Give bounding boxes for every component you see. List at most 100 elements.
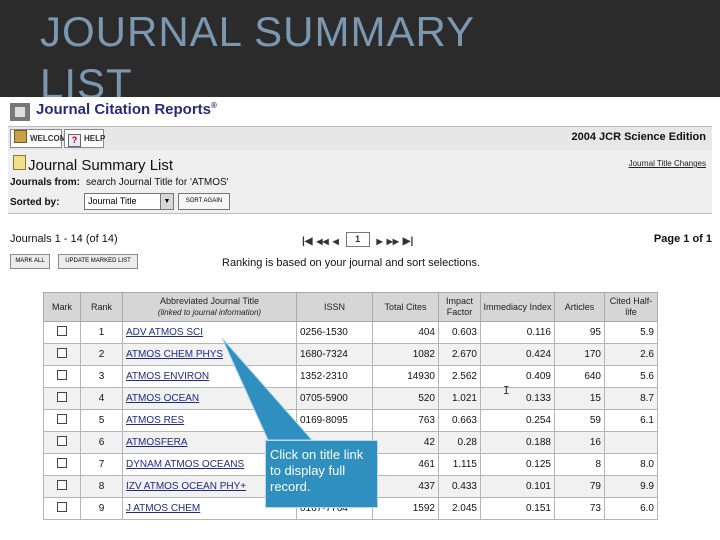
col-immediacy-header[interactable]: Immediacy Index — [480, 292, 555, 322]
journal-title-link[interactable]: DYNAM ATMOS OCEANS — [126, 459, 244, 470]
mark-checkbox[interactable] — [57, 392, 67, 402]
half-life-cell: 5.6 — [604, 365, 658, 388]
mark-checkbox[interactable] — [57, 414, 67, 424]
title-cell: ATMOS ENVIRON — [122, 365, 297, 388]
title-cell: ATMOS OCEAN — [122, 387, 297, 410]
mark-cell — [43, 409, 81, 432]
update-marked-list-button[interactable]: UPDATE MARKED LIST — [58, 254, 138, 269]
fast-forward-icon[interactable]: ▶▶ — [387, 237, 399, 246]
sorted-by-label: Sorted by: — [10, 197, 60, 208]
half-life-cell: 5.9 — [604, 321, 658, 344]
col-articles-header[interactable]: Articles — [554, 292, 605, 322]
mark-cell — [43, 321, 81, 344]
welcome-button[interactable]: WELCOME — [10, 129, 72, 148]
articles-cell: 59 — [554, 409, 605, 432]
total-cites-cell: 437 — [372, 475, 439, 498]
col-issn-header[interactable]: ISSN — [296, 292, 373, 322]
slide-title: JOURNAL SUMMARY LIST — [40, 8, 475, 107]
journal-title-link[interactable]: J ATMOS CHEM — [126, 503, 200, 514]
rank-cell: 4 — [80, 387, 123, 410]
immediacy-cell: 0.116 — [480, 321, 555, 344]
articles-cell: 79 — [554, 475, 605, 498]
mark-checkbox[interactable] — [57, 458, 67, 468]
total-cites-cell: 1082 — [372, 343, 439, 366]
mark-all-button[interactable]: MARK ALL — [10, 254, 50, 269]
summary-title: Journal Summary List — [28, 157, 174, 174]
immediacy-cell: 0.133 — [480, 387, 555, 410]
col-half-life-header[interactable]: Cited Half-life — [604, 292, 658, 322]
mark-checkbox[interactable] — [57, 370, 67, 380]
col-impact-header[interactable]: Impact Factor — [438, 292, 481, 322]
title-cell: ATMOS RES — [122, 409, 297, 432]
total-cites-cell: 14930 — [372, 365, 439, 388]
jcr-logo-icon — [10, 103, 30, 121]
journal-title-link[interactable]: ATMOS OCEAN — [126, 393, 199, 404]
rank-cell: 9 — [80, 497, 123, 520]
journal-count: Journals 1 - 14 (of 14) — [10, 233, 118, 245]
text-cursor-icon: I — [503, 384, 510, 397]
mark-cell — [43, 431, 81, 454]
table-row: 4 ATMOS OCEAN 0705-5900 520 1.021 0.133 15 8.7 — [43, 387, 658, 410]
immediacy-cell: 0.101 — [480, 475, 555, 498]
col-mark-header: Mark — [43, 292, 81, 322]
first-page-icon[interactable]: |◀ — [302, 236, 313, 247]
mark-checkbox[interactable] — [57, 326, 67, 336]
impact-cell: 1.021 — [438, 387, 481, 410]
sort-select[interactable]: Journal Title ▼ — [84, 193, 174, 210]
jcr-banner: Journal Citation Reports® — [10, 101, 300, 125]
impact-cell: 0.663 — [438, 409, 481, 432]
immediacy-cell: 0.424 — [480, 343, 555, 366]
col-total-cites-header[interactable]: Total Cites — [372, 292, 439, 322]
last-page-icon[interactable]: ▶| — [403, 236, 414, 247]
mark-checkbox[interactable] — [57, 502, 67, 512]
total-cites-cell: 404 — [372, 321, 439, 344]
immediacy-cell: 0.409 — [480, 365, 555, 388]
immediacy-cell: 0.125 — [480, 453, 555, 476]
sort-again-button[interactable]: SORT AGAIN — [178, 193, 230, 210]
journal-title-link[interactable]: ADV ATMOS SCI — [126, 327, 203, 338]
immediacy-cell: 0.188 — [480, 431, 555, 454]
journal-title-link[interactable]: ATMOS RES — [126, 415, 184, 426]
mark-cell — [43, 343, 81, 366]
mark-cell — [43, 387, 81, 410]
mark-checkbox[interactable] — [57, 436, 67, 446]
issn-cell: 1352-2310 — [296, 365, 373, 388]
rank-cell: 3 — [80, 365, 123, 388]
welcome-home-icon — [14, 130, 27, 143]
edition-label: 2004 JCR Science Edition — [571, 131, 707, 143]
mark-cell — [43, 365, 81, 388]
journal-title-changes-link[interactable]: Journal Title Changes — [629, 159, 706, 168]
articles-cell: 8 — [554, 453, 605, 476]
impact-cell: 0.28 — [438, 431, 481, 454]
table-row: 2 ATMOS CHEM PHYS 1680-7324 1082 2.670 0.424 1… — [43, 343, 658, 366]
impact-cell: 2.045 — [438, 497, 481, 520]
articles-cell: 73 — [554, 497, 605, 520]
mark-cell — [43, 453, 81, 476]
help-button[interactable]: ? HELP — [64, 129, 105, 148]
rank-cell: 8 — [80, 475, 123, 498]
ranking-note: Ranking is based on your journal and sor… — [222, 257, 481, 269]
mark-checkbox[interactable] — [57, 348, 67, 358]
dropdown-arrow-icon[interactable]: ▼ — [160, 194, 173, 209]
col-rank-header[interactable]: Rank — [80, 292, 123, 322]
prev-page-icon[interactable]: ◀ — [333, 237, 339, 246]
journal-title-link[interactable]: ATMOSFERA — [126, 437, 187, 448]
mark-checkbox[interactable] — [57, 480, 67, 490]
journal-title-link[interactable]: IZV ATMOS OCEAN PHY+ — [126, 481, 246, 492]
journal-title-link[interactable]: ATMOS CHEM PHYS — [126, 349, 223, 360]
page-number-input[interactable]: 1 — [345, 232, 370, 247]
next-page-icon[interactable]: ▶ — [377, 237, 383, 246]
slide-header: JOURNAL SUMMARY LIST — [0, 0, 720, 107]
articles-cell: 15 — [554, 387, 605, 410]
impact-cell: 2.562 — [438, 365, 481, 388]
rank-cell: 7 — [80, 453, 123, 476]
fast-back-icon[interactable]: ◀◀ — [316, 237, 328, 246]
col-title-header[interactable]: Abbreviated Journal Title (linked to jour… — [122, 292, 297, 322]
impact-cell: 0.603 — [438, 321, 481, 344]
mark-cell — [43, 475, 81, 498]
top-toolbar: WELCOME ? HELP 2004 JCR Science Edition — [8, 126, 712, 151]
journal-title-link[interactable]: ATMOS ENVIRON — [126, 371, 209, 382]
summary-panel: Journal Summary List Journal Title Chang… — [8, 150, 712, 214]
immediacy-cell: 0.151 — [480, 497, 555, 520]
articles-cell: 95 — [554, 321, 605, 344]
